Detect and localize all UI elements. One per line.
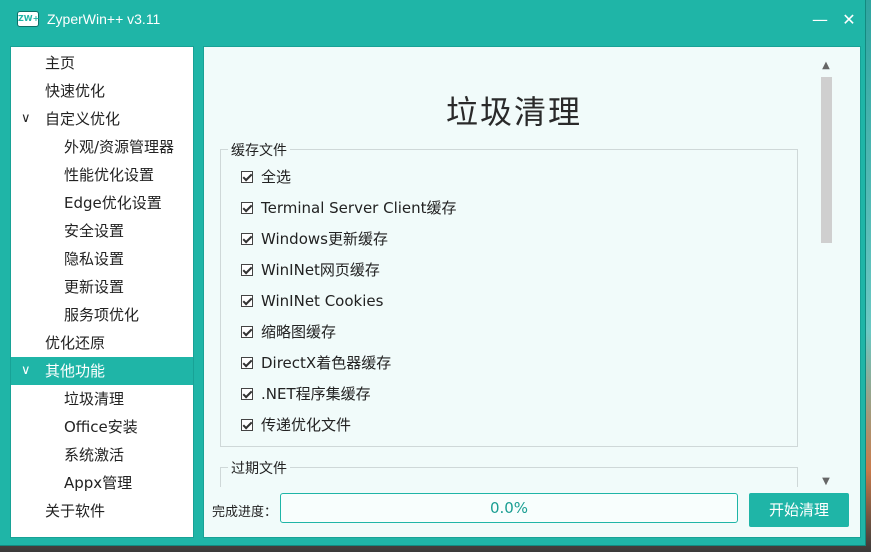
sidebar-item-label: 优化还原 <box>45 334 106 352</box>
cache-checkbox-row[interactable]: WinINet Cookies <box>241 290 383 312</box>
sidebar-item[interactable]: 更新设置 <box>11 273 193 301</box>
checkbox-label: WinINet Cookies <box>261 292 384 310</box>
window-title: ZyperWin++ v3.11 <box>47 11 161 27</box>
app-logo-icon: ZW+ <box>17 11 39 27</box>
sidebar-item[interactable]: 系统激活 <box>11 441 193 469</box>
sidebar-item[interactable]: ∨ 其他功能 <box>11 357 193 385</box>
checkbox-label: 全选 <box>261 168 292 186</box>
sidebar-item[interactable]: Edge优化设置 <box>11 189 193 217</box>
sidebar-item-label: 性能优化设置 <box>64 166 155 184</box>
sidebar-item-label: 关于软件 <box>45 502 106 520</box>
cache-files-group: 缓存文件 全选 Terminal Server Client缓存 Windows更新… <box>220 140 798 447</box>
sidebar-item-label: Edge优化设置 <box>64 194 162 212</box>
expired-files-group: 过期文件 <box>220 458 798 487</box>
cache-checkbox-row[interactable]: WinINet网页缓存 <box>241 259 380 281</box>
sidebar-item[interactable]: 快速优化 <box>11 77 193 105</box>
sidebar-item-label: 快速优化 <box>45 82 106 100</box>
cache-checkbox-row[interactable]: Windows更新缓存 <box>241 228 388 250</box>
minimize-button[interactable]: — <box>808 8 832 32</box>
sidebar-item[interactable]: 性能优化设置 <box>11 161 193 189</box>
sidebar-item-label: 服务项优化 <box>64 306 140 324</box>
checkbox-icon[interactable] <box>241 264 253 276</box>
checkbox-label: DirectX着色器缓存 <box>261 354 392 372</box>
progress-text: 0.0% <box>489 499 529 517</box>
group-label: 过期文件 <box>228 458 290 478</box>
sidebar-item[interactable]: Office安装 <box>11 413 193 441</box>
sidebar-item-label: 其他功能 <box>45 362 106 380</box>
sidebar-item-label: 安全设置 <box>64 222 125 240</box>
sidebar-item[interactable]: 主页 <box>11 49 193 77</box>
cache-checkbox-row[interactable]: 缩略图缓存 <box>241 321 336 343</box>
page-title: 垃圾清理 <box>445 93 582 131</box>
sidebar-item[interactable]: 隐私设置 <box>11 245 193 273</box>
checkbox-icon[interactable] <box>241 295 253 307</box>
sidebar-item-label: 自定义优化 <box>45 110 121 128</box>
checkbox-icon[interactable] <box>241 233 253 245</box>
checkbox-label: WinINet网页缓存 <box>261 261 380 279</box>
vertical-scrollbar[interactable]: ▲ ▼ <box>818 59 834 489</box>
checkbox-icon[interactable] <box>241 388 253 400</box>
sidebar-nav: 主页快速优化 ∨ 自定义优化外观/资源管理器 性能优化设置 Edge优化设置 安全设置隐私… <box>10 46 194 538</box>
checkbox-label: 传递优化文件 <box>261 416 352 434</box>
chevron-down-icon[interactable]: ∨ <box>21 357 35 385</box>
cache-checkbox-row[interactable]: 全选 <box>241 166 291 188</box>
sidebar-item[interactable]: Appx管理 <box>11 469 193 497</box>
checkbox-icon[interactable] <box>241 202 253 214</box>
title-bar[interactable]: ZW+ ZyperWin++ v3.11 — ✕ <box>0 0 865 40</box>
sidebar-item[interactable]: ∨ 自定义优化 <box>11 105 193 133</box>
sidebar-item[interactable]: 安全设置 <box>11 217 193 245</box>
sidebar-item[interactable]: 关于软件 <box>11 497 193 525</box>
checkbox-label: .NET程序集缓存 <box>261 385 371 403</box>
sidebar-item[interactable]: 优化还原 <box>11 329 193 357</box>
scroll-up-icon[interactable]: ▲ <box>818 59 834 73</box>
progress-label: 完成进度： <box>212 505 278 520</box>
close-button[interactable]: ✕ <box>837 8 861 32</box>
sidebar-item-label: 垃圾清理 <box>64 390 125 408</box>
sidebar-item-label: 更新设置 <box>64 278 125 296</box>
sidebar-item[interactable]: 垃圾清理 <box>11 385 193 413</box>
scroll-down-icon[interactable]: ▼ <box>818 475 834 489</box>
checkbox-icon[interactable] <box>241 357 253 369</box>
sidebar-item[interactable]: 外观/资源管理器 <box>11 133 193 161</box>
checkbox-label: Terminal Server Client缓存 <box>261 199 457 217</box>
progress-bar: 0.0% <box>280 493 738 523</box>
cache-checkbox-row[interactable]: 传递优化文件 <box>241 414 351 436</box>
cache-checkbox-row[interactable]: DirectX着色器缓存 <box>241 352 391 374</box>
checkbox-icon[interactable] <box>241 326 253 338</box>
sidebar-item-label: 主页 <box>45 54 76 72</box>
checkbox-icon[interactable] <box>241 419 253 431</box>
cache-checkbox-row[interactable]: .NET程序集缓存 <box>241 383 371 405</box>
main-panel: 垃圾清理 缓存文件 全选 Terminal Server Client缓存 Wind… <box>203 46 861 538</box>
scroll-thumb[interactable] <box>821 77 832 243</box>
chevron-down-icon[interactable]: ∨ <box>21 105 35 133</box>
sidebar-item[interactable]: 服务项优化 <box>11 301 193 329</box>
sidebar-item-label: 外观/资源管理器 <box>64 138 175 156</box>
checkbox-label: Windows更新缓存 <box>261 230 388 248</box>
app-window: ZW+ ZyperWin++ v3.11 — ✕ 主页快速优化 ∨ 自定义优化外观/… <box>0 0 866 546</box>
checkbox-label: 缩略图缓存 <box>261 323 337 341</box>
sidebar-item-label: 隐私设置 <box>64 250 125 268</box>
sidebar-item-label: Appx管理 <box>64 474 133 492</box>
sidebar-item-label: Office安装 <box>64 418 138 436</box>
checkbox-icon[interactable] <box>241 171 253 183</box>
group-label: 缓存文件 <box>228 140 290 160</box>
sidebar-item-label: 系统激活 <box>64 446 125 464</box>
start-cleanup-button[interactable]: 开始清理 <box>749 493 849 527</box>
cache-checkbox-row[interactable]: Terminal Server Client缓存 <box>241 197 457 219</box>
